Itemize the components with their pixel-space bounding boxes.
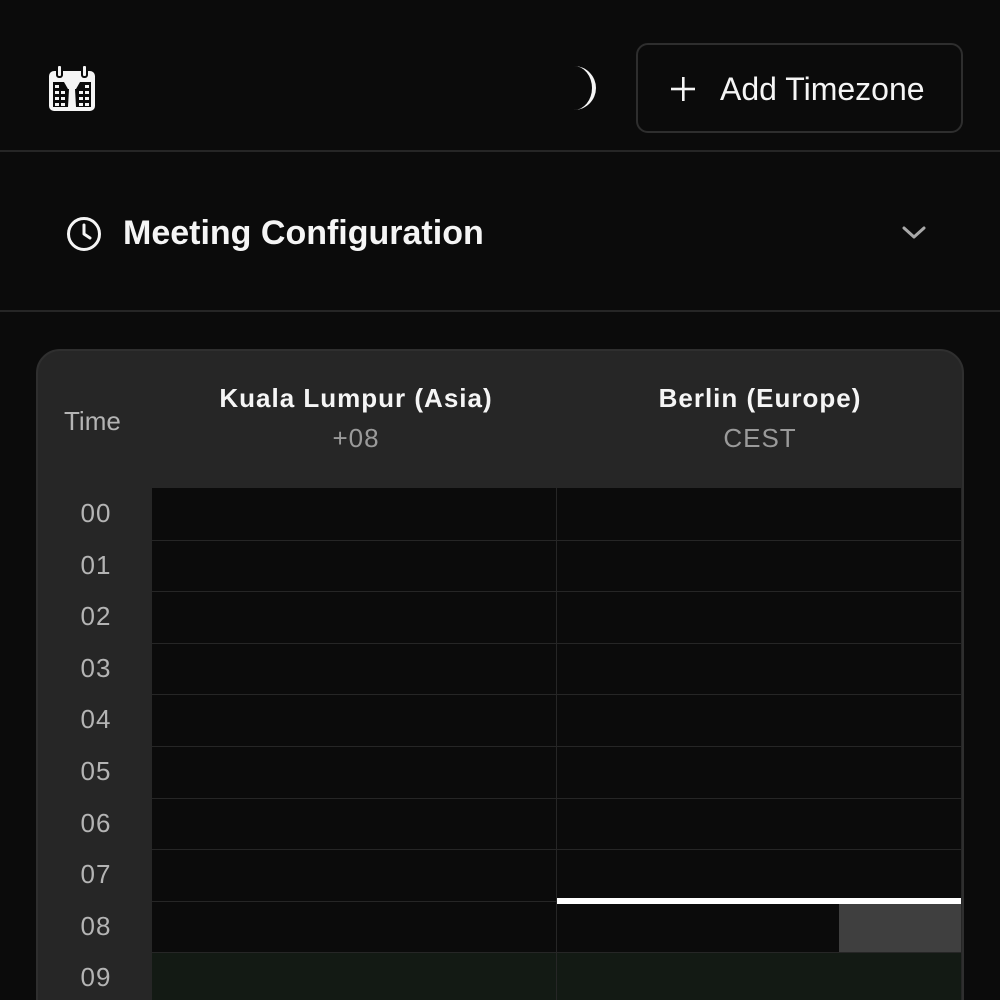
current-time-indicator (557, 897, 961, 904)
time-slot-cell[interactable] (557, 849, 962, 901)
hour-label: 04 (80, 704, 112, 735)
chevron-down-icon (902, 226, 926, 239)
hour-row (152, 797, 962, 850)
meeting-configuration-toggle[interactable]: Meeting Configuration (0, 152, 1000, 312)
calendar-logo-icon[interactable] (46, 62, 98, 114)
time-slot-cell[interactable] (152, 745, 557, 798)
meeting-configuration-title: Meeting Configuration (123, 214, 484, 252)
hour-row (152, 591, 962, 643)
timezone-name: Kuala Lumpur (Asia) (219, 383, 493, 413)
time-slot-cell[interactable] (557, 591, 962, 643)
hour-label: 06 (80, 807, 112, 838)
hour-label: 05 (80, 755, 112, 786)
timezone-header-kuala-lumpur: Kuala Lumpur (Asia) +08 (154, 381, 558, 455)
hour-label: 07 (80, 859, 112, 890)
app-header: Add Timezone (0, 0, 1000, 152)
time-slot-cell[interactable] (152, 900, 557, 953)
hour-label: 03 (80, 652, 112, 683)
timezone-offset: +08 (332, 423, 380, 453)
time-slot-cell[interactable] (557, 952, 962, 1000)
timezone-offset: CEST (723, 423, 797, 453)
time-column-header: Time (64, 406, 121, 436)
moon-icon[interactable] (556, 62, 604, 114)
time-slot-cell[interactable] (557, 797, 962, 850)
time-slot-cell[interactable] (557, 745, 962, 798)
time-slot-cell[interactable] (152, 591, 557, 643)
hour-row (152, 952, 962, 1000)
hour-labels: 00 01 02 03 04 05 06 07 08 09 (38, 488, 154, 1000)
current-time-highlight (839, 903, 961, 953)
hour-label: 09 (80, 962, 112, 993)
hour-row (152, 745, 962, 798)
time-slot-cell[interactable] (557, 488, 962, 540)
time-slot-cell[interactable] (557, 897, 962, 953)
timezone-name: Berlin (Europe) (658, 383, 862, 413)
plus-icon (671, 77, 695, 101)
hour-label: 01 (80, 549, 112, 580)
time-slot-cell[interactable] (152, 694, 557, 746)
time-slot-cell[interactable] (557, 694, 962, 746)
time-slot-cell[interactable] (152, 797, 557, 850)
time-slot-cell[interactable] (152, 849, 557, 901)
hour-row (152, 897, 962, 953)
hour-label: 02 (80, 601, 112, 632)
add-timezone-button[interactable]: Add Timezone (636, 43, 963, 133)
hour-label: 00 (80, 498, 112, 528)
hour-label: 08 (80, 910, 112, 941)
hour-row (152, 642, 962, 695)
time-slot-cell[interactable] (152, 952, 557, 1000)
app-root: Add Timezone Meeting Configuration Time … (0, 0, 1000, 1000)
time-slot-cell[interactable] (152, 539, 557, 592)
time-slot-cell[interactable] (152, 642, 557, 695)
hour-row (152, 539, 962, 592)
clock-icon (67, 217, 101, 251)
hour-row (152, 488, 962, 540)
time-slot-cell[interactable] (557, 539, 962, 592)
hour-row (152, 694, 962, 746)
timezone-header-berlin: Berlin (Europe) CEST (558, 381, 962, 455)
time-grid (152, 488, 962, 1000)
hour-row (152, 849, 962, 901)
timezone-table: Time Kuala Lumpur (Asia) +08 Berlin (Eur… (36, 349, 964, 1000)
time-slot-cell[interactable] (152, 488, 557, 540)
add-timezone-label: Add Timezone (720, 71, 925, 107)
time-slot-cell[interactable] (557, 642, 962, 695)
